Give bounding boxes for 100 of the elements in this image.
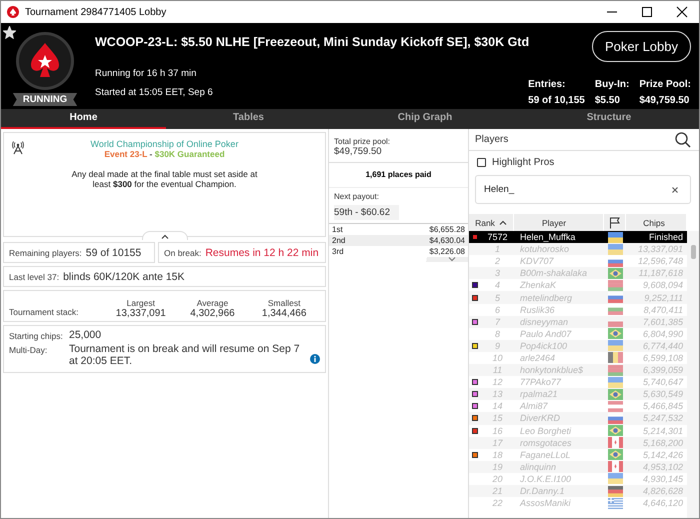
player-row[interactable]: 6 Ruslik36 8,470,411 xyxy=(469,304,687,316)
tab[interactable]: Home xyxy=(1,109,166,129)
stack-heading: Average xyxy=(196,298,230,308)
stat-value: 59 of 10,155 xyxy=(528,95,585,106)
player-name-cell-text: metelindberg xyxy=(519,292,574,303)
player-row[interactable]: 17 romsgotaces 5,168,200 xyxy=(469,436,687,449)
rank-cell-text: 4 xyxy=(494,280,501,290)
rank-cell-text: 16 xyxy=(491,426,504,436)
player-row[interactable]: 15 DiverKRD 5,247,532 xyxy=(469,412,687,424)
scrollbar[interactable] xyxy=(687,231,699,518)
rank-cell-text: 11 xyxy=(492,365,504,376)
player-row[interactable]: 7572 Helen_Muffka Finished xyxy=(469,231,687,244)
chips-cell-text: 5,630,549 xyxy=(642,389,684,400)
payout-amount: $6,655.28 xyxy=(429,224,465,235)
championship-title: World Championship of Online Poker xyxy=(90,139,238,149)
rank-cell-text: 19 xyxy=(491,462,504,472)
payout-place: 1st xyxy=(332,224,343,235)
chips-cell-text: 4,646,120 xyxy=(642,498,684,508)
player-search-field[interactable]: Helen_ xyxy=(475,175,691,204)
player-row[interactable]: 14 Almi87 5,466,845 xyxy=(469,400,687,412)
flag-icon[interactable] xyxy=(608,216,620,228)
stat-value: $49,759.50 xyxy=(639,95,690,106)
rank-cell-text: 1 xyxy=(494,244,501,254)
detail-value: Tournament is on break and will resume on Sep 7 at 20:05 EET. xyxy=(69,343,301,367)
chevron-down-icon[interactable] xyxy=(448,257,456,262)
maximize-icon[interactable] xyxy=(641,6,653,18)
chips-cell-text: 8,470,411 xyxy=(642,304,684,315)
rank-cell-text: 2 xyxy=(494,256,501,266)
level-value: blinds 60K/120K ante 15K xyxy=(63,270,185,282)
player-row[interactable]: 3 B00m-shakalaka 11,187,618 xyxy=(469,267,687,280)
chips-cell-text: 5,168,200 xyxy=(642,438,684,448)
window-title: Tournament 2984771405 Lobby xyxy=(25,6,168,18)
player-name-cell-text: AssosManiki xyxy=(518,498,572,508)
total-prize-value: $49,759.50 xyxy=(334,146,383,157)
player-name-cell-text: 77PAko77 xyxy=(519,377,562,388)
close-icon[interactable] xyxy=(676,6,688,18)
remaining-value: 59 of 10155 xyxy=(86,246,142,258)
stat-label: Buy-In: xyxy=(594,79,630,90)
player-row[interactable]: 22 AssosManiki 4,646,120 xyxy=(469,497,687,510)
player-row[interactable]: 19 alinquinn 4,953,102 xyxy=(469,460,687,473)
antenna-icon xyxy=(12,141,24,155)
rank-cell-text: 18 xyxy=(491,450,504,460)
tab[interactable]: Tables xyxy=(166,109,331,129)
search-icon[interactable] xyxy=(675,132,691,148)
separator: - xyxy=(148,149,154,159)
player-name-cell-text: disneyyman xyxy=(519,316,570,327)
player-name-cell-text: rpalma21 xyxy=(519,389,559,400)
detail-label: Multi-Day: xyxy=(9,344,48,355)
player-row[interactable]: 12 77PAko77 5,740,647 xyxy=(469,376,687,388)
break-label: On break: xyxy=(164,248,202,258)
spade-icon xyxy=(7,6,19,18)
player-row[interactable]: 20 J.O.K.E.I100 4,930,145 xyxy=(469,472,687,485)
chips-cell-text: 4,826,628 xyxy=(642,486,684,496)
rank-cell-text: 21 xyxy=(491,486,504,496)
info-icon[interactable] xyxy=(310,354,320,364)
tab[interactable]: Chip Graph xyxy=(331,109,519,129)
player-row[interactable]: 18 FaganeLLoL 5,142,426 xyxy=(469,448,687,461)
next-payout-label: Next payout: xyxy=(334,192,380,201)
player-name-cell-text: KDV707 xyxy=(519,256,555,266)
player-row[interactable]: 4 ZhenkaK 9,608,094 xyxy=(469,279,687,292)
rank-cell-text: 13 xyxy=(491,389,504,400)
stack-value: 4,302,966 xyxy=(189,308,236,319)
player-row[interactable]: 1 kotuhorosko 13,337,091 xyxy=(469,243,687,256)
player-row[interactable]: 2 KDV707 12,596,748 xyxy=(469,255,687,268)
clear-icon[interactable] xyxy=(672,186,678,192)
tournament-title: WCOOP-23-L: $5.50 NLHE [Freezeout, Mini Sunday Kickoff SE], $30K Gtd xyxy=(95,34,530,49)
stack-value: 1,344,466 xyxy=(260,308,308,319)
player-name-cell-text: FaganeLLoL xyxy=(519,450,572,460)
player-row[interactable]: 9 Pop4ick100 6,774,440 xyxy=(469,340,687,352)
stack-value: 13,337,091 xyxy=(114,308,167,319)
rank-cell-text: 10 xyxy=(491,352,504,363)
player-row[interactable]: 13 rpalma21 5,630,549 xyxy=(469,388,687,400)
player-name-cell-text: Pop4ick100 xyxy=(519,340,568,351)
player-row[interactable]: 10 arle2464 6,599,108 xyxy=(469,352,687,364)
player-row[interactable]: 7 disneyyman 7,601,385 xyxy=(469,316,687,328)
player-row[interactable]: 5 metelindberg 9,252,111 xyxy=(469,291,687,304)
player-name-cell-text: Almi87 xyxy=(518,401,549,412)
player-name-cell-text: romsgotaces xyxy=(519,438,573,448)
places-paid: 1,691 places paid xyxy=(329,163,468,188)
player-row[interactable]: 21 Dr.Danny.1 4,826,628 xyxy=(469,484,687,498)
chips-cell-text: 12,596,748 xyxy=(636,256,684,266)
tab[interactable]: Structure xyxy=(519,109,699,129)
star-icon[interactable] xyxy=(3,26,16,39)
chips-cell-text: 9,252,111 xyxy=(643,292,684,303)
player-name-cell-text: Ruslik36 xyxy=(519,304,556,315)
player-row[interactable]: 11 honkytonkblue$ 6,399,059 xyxy=(469,364,687,376)
event-name: Event 23-L xyxy=(104,149,148,159)
break-value: Resumes in 12 h 22 min xyxy=(205,246,319,258)
rank-cell-text: 6 xyxy=(494,304,501,315)
highlight-pros-checkbox[interactable] xyxy=(477,158,486,166)
spade-logo-icon xyxy=(15,31,75,91)
player-row[interactable]: 16 Leo Borgheti 5,214,301 xyxy=(469,424,687,437)
collapse-tab[interactable] xyxy=(142,231,188,240)
rank-cell-text: 7 xyxy=(494,316,502,327)
payout-amount: $4,630.04 xyxy=(429,235,465,246)
poker-lobby-button[interactable]: Poker Lobby xyxy=(592,31,691,62)
chips-cell-text: 5,466,845 xyxy=(642,401,684,412)
rank-cell-text: 20 xyxy=(491,474,504,484)
player-row[interactable]: 8 Paulo And07 6,804,990 xyxy=(469,328,687,340)
scrollbar-thumb[interactable] xyxy=(690,245,696,259)
